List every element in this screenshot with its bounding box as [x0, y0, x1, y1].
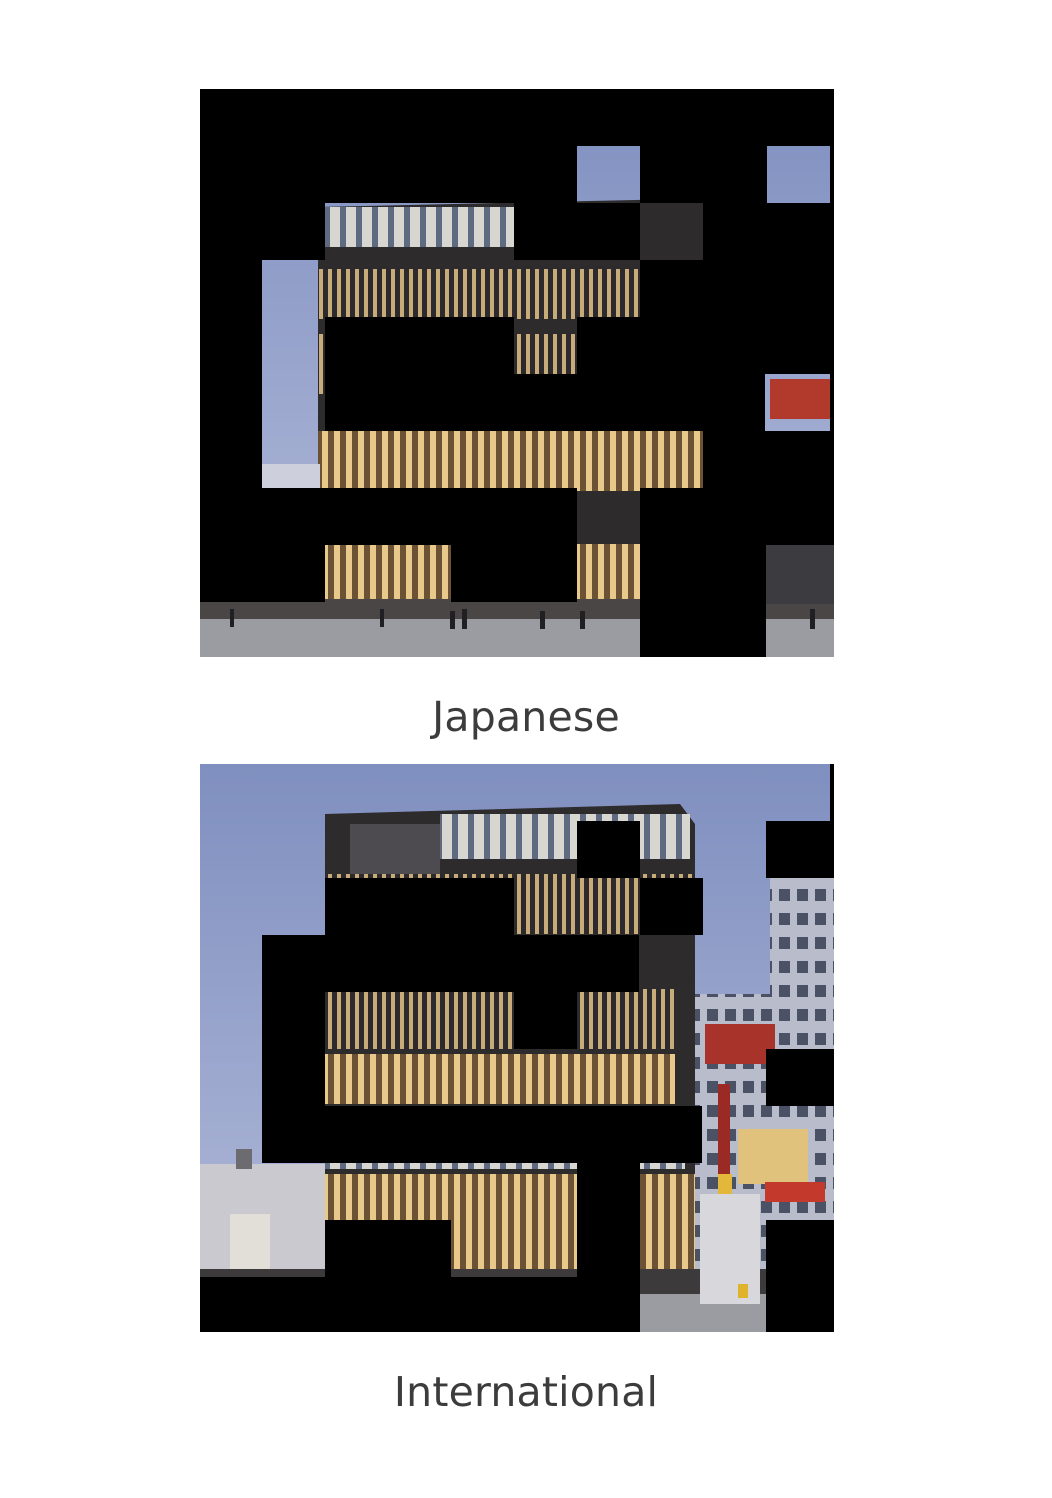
- photo-japanese: [200, 89, 834, 657]
- photo-international: [200, 764, 834, 1332]
- building-photo-international: [200, 764, 834, 1332]
- building-photo-japanese: [200, 89, 834, 657]
- caption-japanese: Japanese: [432, 693, 620, 741]
- caption-international: International: [393, 1368, 659, 1416]
